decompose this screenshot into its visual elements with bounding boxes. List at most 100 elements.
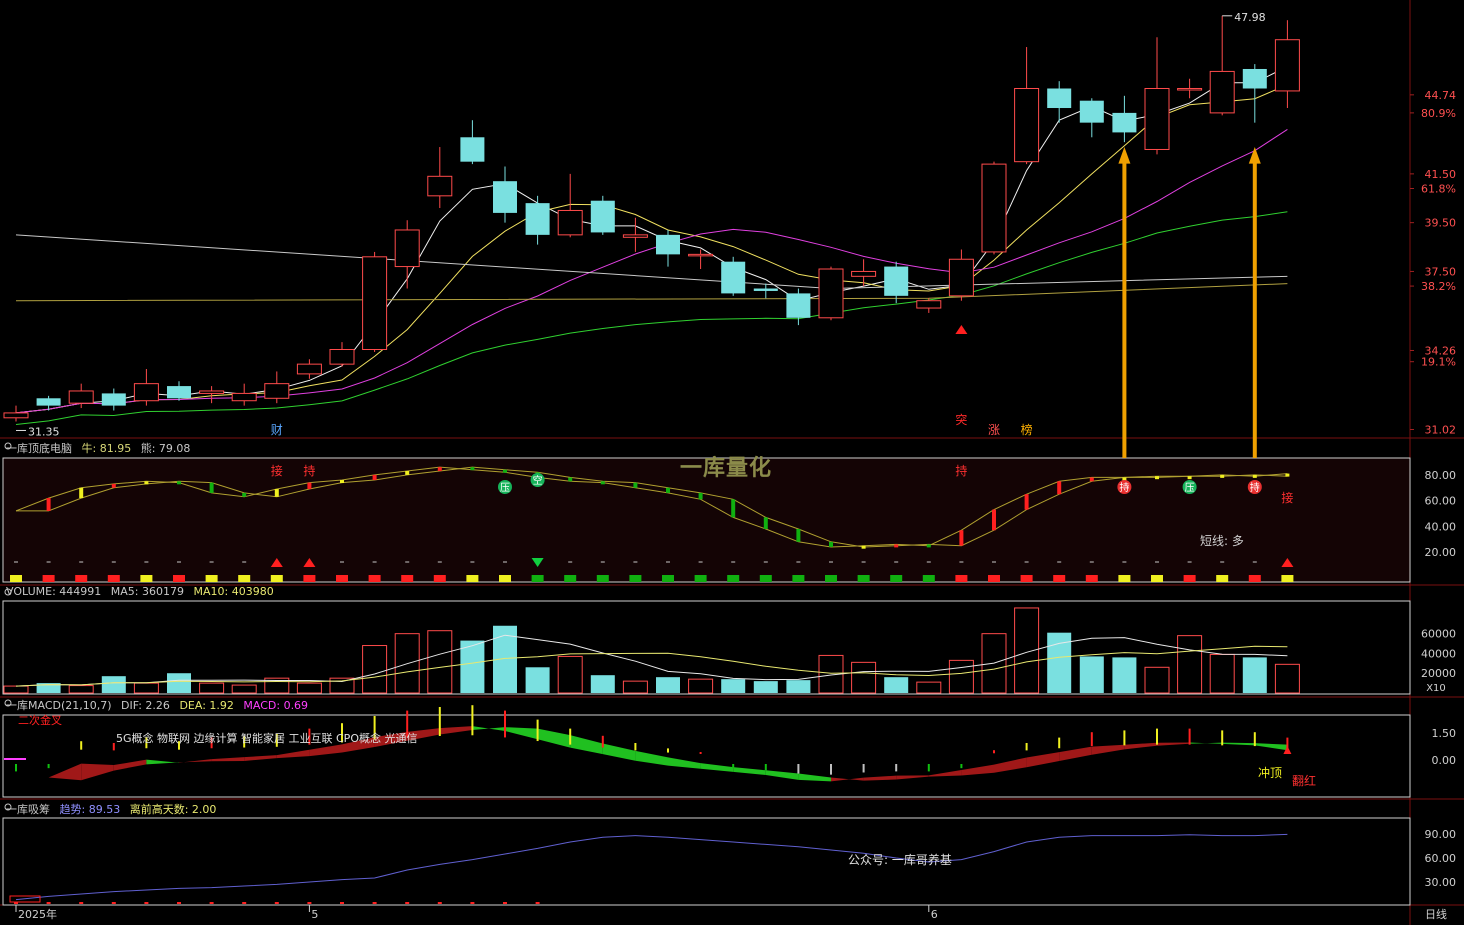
ma5-label: MA5: 360179 <box>110 585 184 598</box>
candle-body <box>1014 87 1040 163</box>
macd-bar <box>1188 728 1191 745</box>
candle-body <box>427 175 453 197</box>
macd-ribbon <box>179 759 212 763</box>
candle-body <box>362 256 388 351</box>
tb-bar <box>829 541 833 547</box>
tb-bar <box>568 477 573 482</box>
tb-bar <box>600 481 605 485</box>
macd-ribbon <box>798 773 831 782</box>
tb-bar <box>926 544 931 548</box>
accumulate-axis-label: 30.00 <box>1425 876 1457 889</box>
top-bottom-title: 一库顶底电脑 <box>6 442 72 455</box>
tb-bar <box>1089 477 1094 482</box>
tb-status-square <box>173 575 185 582</box>
macd-bar <box>1090 732 1093 747</box>
dea-label: DEA: 1.92 <box>179 699 234 712</box>
macd-bar <box>764 764 767 771</box>
price-axis-label: 61.8% <box>1421 183 1456 196</box>
tb-status-square <box>564 575 577 582</box>
volume-bar <box>786 680 811 693</box>
signal-label: 突 <box>955 412 967 427</box>
signal-label: 榜 <box>1021 422 1033 437</box>
accumulate-trend-line <box>15 833 1288 901</box>
price-axis-label: 80.9% <box>1421 107 1456 120</box>
macd-ribbon <box>439 726 473 735</box>
signal-label: 财 <box>271 423 283 437</box>
tb-status-square <box>629 575 642 582</box>
macd-bar <box>960 764 963 769</box>
candle-body <box>1242 68 1267 89</box>
macd-bar <box>569 728 572 745</box>
tb-status-square <box>368 575 381 582</box>
tb-bar <box>209 482 214 493</box>
bear-label: 熊: 79.08 <box>140 442 191 455</box>
tb-bar <box>307 482 312 490</box>
tb-status-square <box>1053 575 1066 582</box>
candle-body <box>948 258 974 297</box>
tb-bar <box>274 489 279 497</box>
macd-bar <box>862 764 865 773</box>
candle-body <box>460 137 485 162</box>
candle-body <box>231 392 257 402</box>
macd-ribbon <box>1059 746 1092 762</box>
macd-ribbon <box>1222 742 1255 746</box>
tb-status-square <box>336 575 348 582</box>
tb-bar <box>242 492 247 497</box>
candle-body <box>1177 87 1203 91</box>
tb-bar <box>372 474 377 481</box>
macd-label-chongding: 冲顶 <box>1258 765 1282 780</box>
macd-bar <box>1221 730 1224 746</box>
ma10-label: MA10: 403980 <box>193 585 274 598</box>
tb-status-square <box>270 575 283 582</box>
tb-bar <box>731 499 736 518</box>
macd-value-label: MACD: 0.69 <box>243 699 309 712</box>
tb-status-square <box>857 575 870 582</box>
candle-body <box>1112 112 1137 133</box>
x-axis-label: 5 <box>311 908 318 921</box>
tb-bar <box>1252 474 1257 478</box>
macd-bar <box>895 764 898 772</box>
candle-body <box>786 293 811 318</box>
price-axis-label: 41.50 <box>1425 168 1457 181</box>
price-axis-label: 39.50 <box>1425 217 1457 230</box>
tb-status-square <box>1281 575 1294 582</box>
macd-ribbon <box>896 775 929 780</box>
top-bottom-header: 一库顶底电脑 牛: 81.95 熊: 79.08 <box>6 440 196 456</box>
candle-body <box>688 253 714 257</box>
tb-status-square <box>531 575 544 582</box>
tb-bar <box>763 517 768 529</box>
macd-bar <box>112 743 115 751</box>
tb-badge-label: 压 <box>500 482 510 494</box>
volume-bar <box>167 673 191 693</box>
macd-ribbon <box>700 763 734 772</box>
macd-concept-text: 5G概念 物联网 边缘计算 智能家居 工业互联 CPO概念 光通信 <box>116 731 417 745</box>
candle-body <box>1274 39 1300 92</box>
volume-bar <box>948 659 974 694</box>
candle-body <box>493 181 517 213</box>
volume-bar <box>362 645 388 694</box>
ma-line-long-gray <box>15 234 1288 290</box>
signal-triangle <box>955 325 968 334</box>
short-term-label: 短线: 多 <box>1200 534 1244 548</box>
volume-bar <box>1144 666 1170 694</box>
macd-title: 一库MACD(21,10,7) <box>6 699 112 712</box>
candle-body <box>36 398 61 406</box>
macd-ribbon <box>1124 742 1157 750</box>
period-label: 日线 <box>1425 907 1447 921</box>
macd-ribbon <box>146 759 179 765</box>
tb-status-square <box>792 575 805 582</box>
tb-status-square <box>75 575 88 582</box>
macd-ribbon <box>537 728 571 748</box>
tb-status-square <box>238 575 251 582</box>
days-label: 离前高天数: 2.00 <box>129 803 217 816</box>
trend-label: 趋势: 89.53 <box>59 803 121 816</box>
buy-arrow-head <box>1248 147 1261 164</box>
tb-status-square <box>42 575 55 582</box>
accumulate-axis-label: 90.00 <box>1425 828 1457 841</box>
candle-body <box>167 386 191 399</box>
macd-ribbon <box>16 777 49 783</box>
tb-bar <box>405 471 410 475</box>
candle-body <box>981 163 1007 253</box>
tb-status-square <box>1118 575 1131 582</box>
candle-body <box>884 266 909 296</box>
